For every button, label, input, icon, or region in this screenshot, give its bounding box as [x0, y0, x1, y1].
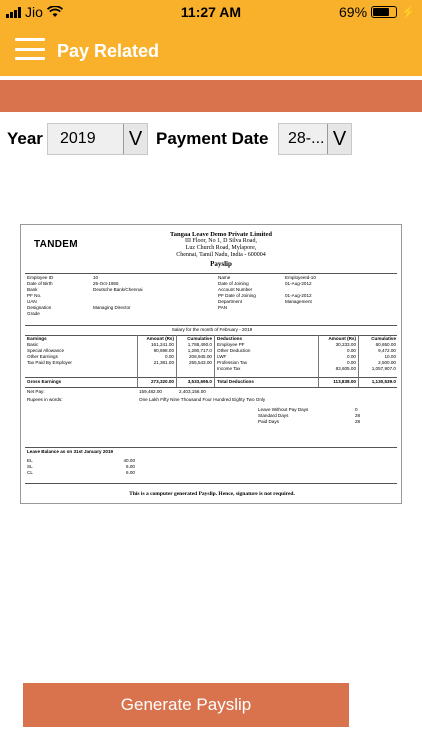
year-value: 2019	[60, 130, 96, 147]
battery-icon	[371, 6, 398, 18]
earnings-labels: Earnings Basic Special Allowance Other Ea…	[27, 336, 72, 365]
net-pay-cumulative: 2,403,156.00	[179, 389, 206, 394]
net-pay-amount: 159,482.00	[139, 389, 162, 394]
app-bar: Pay Related	[0, 24, 422, 76]
total-deductions-label: Total Deductions	[217, 379, 254, 384]
payment-date-value: 28-...	[288, 130, 325, 147]
info-values-right: EmployeeId-10 01-Aug-2012 01-Aug-2012 Mana…	[285, 275, 316, 304]
address-line: III Floor, No 1, D Silva Road,	[185, 238, 257, 244]
page-title: Pay Related	[57, 41, 160, 61]
chevron-down-icon[interactable]: V	[327, 124, 351, 154]
gross-amount: 273,320.00	[151, 379, 174, 384]
payment-date-select[interactable]: 28-... V	[278, 123, 352, 155]
salary-month: Salary for the month of February - 2019	[171, 327, 253, 332]
menu-icon[interactable]	[15, 38, 45, 60]
gross-label: Gross Earnings	[27, 379, 62, 384]
deduction-labels: Deductions Employee PF Other Deduction LW…	[217, 336, 251, 371]
leave-balance-title: Leave Balance as on 31st January 2019	[27, 449, 114, 454]
days-values: 0 28 28	[355, 407, 361, 424]
battery-percent: 69%	[339, 4, 368, 20]
deduction-amounts: Amount (Rs) 30,233.00 0.00 0.00 0.00 83,60…	[328, 336, 356, 371]
payment-date-label: Payment Date	[156, 129, 269, 148]
rupees-words: One Lakh Fifty Nine Thousand Four Hundre…	[139, 397, 266, 402]
chevron-down-icon[interactable]: V	[123, 124, 147, 154]
address-line: Chennai, Tamil Nadu, India - 600004	[176, 252, 266, 258]
deduction-cumulative: Cumulative 60,650.00 9,472.00 10.00 2,500.…	[371, 336, 396, 371]
total-deductions-cumulative: 1,130,539.0	[371, 379, 396, 384]
earnings-cumulative: Cumulative 1,788,490.0 1,280,717.0 208,94…	[187, 336, 212, 365]
info-labels-right: Name Date of Joining Account Number PF Dat…	[218, 275, 256, 310]
info-labels-left: Employee ID Date of Birth Bank PF No. UAN De…	[27, 275, 54, 316]
total-deductions-amount: 113,838.00	[333, 379, 356, 384]
year-label: Year	[7, 129, 43, 148]
payslip-footer-note: This is a computer generated Payslip. He…	[129, 491, 295, 497]
days-labels: Leave Without Pay Days Standard Days Paid …	[258, 407, 309, 424]
info-values-left: 10 25-Oct-1955 Deutsche Bank/Chennai Manag…	[93, 275, 143, 310]
company-name: Tangaa Leave Demo Private Limited	[170, 231, 272, 238]
generate-payslip-button[interactable]: Generate Payslip	[23, 683, 349, 727]
charging-icon: ⚡	[401, 5, 416, 19]
address-line: Luz Church Road, Mylapore,	[185, 245, 257, 251]
company-logo: TANDEM	[34, 239, 78, 250]
net-pay-label: Net Pay:	[27, 389, 45, 394]
payslip-preview: TANDEM Tangaa Leave Demo Private Limited…	[20, 224, 402, 504]
leave-labels: EL SL CL	[27, 458, 33, 475]
gross-cumulative: 3,533,695.0	[187, 379, 212, 384]
accent-band	[0, 80, 422, 112]
status-bar: Jio 11:27 AM 69% ⚡	[0, 0, 422, 24]
leave-values: 40.00 6.00 6.00	[123, 458, 136, 475]
company-header: Tangaa Leave Demo Private Limited III Fl…	[121, 231, 321, 268]
rupees-label: Rupees in words:	[27, 397, 63, 402]
earnings-amounts: Amount (Rs) 161,241.00 90,698.00 0.00 21,3…	[146, 336, 174, 365]
year-select[interactable]: 2019 V	[47, 123, 148, 155]
payslip-title: Payslip	[210, 260, 232, 268]
